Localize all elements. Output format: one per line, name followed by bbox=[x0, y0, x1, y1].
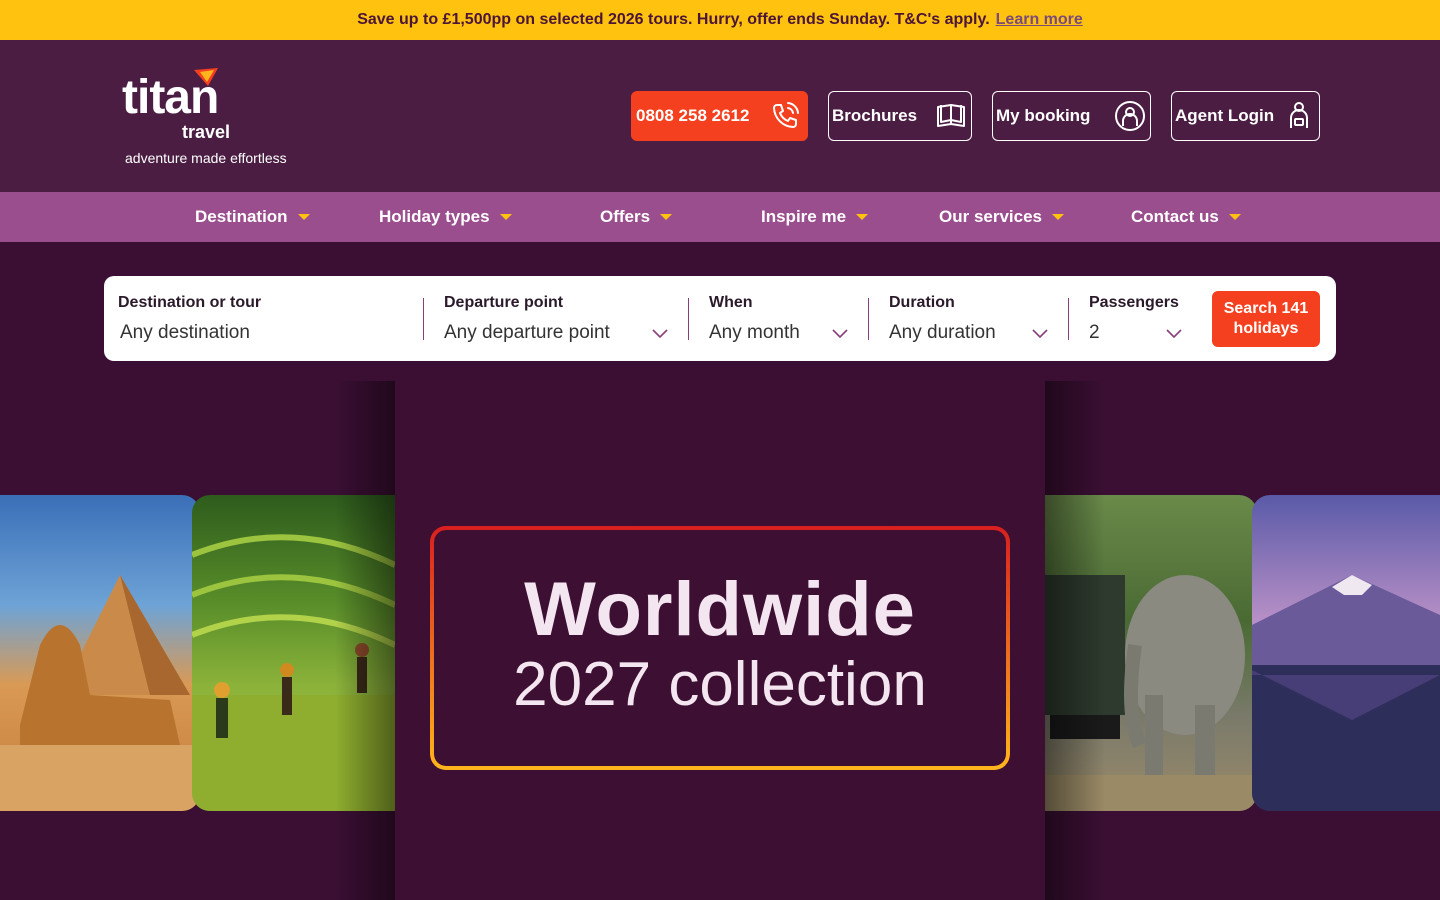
destination-input[interactable]: Any destination bbox=[120, 322, 250, 344]
passengers-label: Passengers bbox=[1089, 294, 1179, 311]
learn-more-link[interactable]: Learn more bbox=[996, 11, 1083, 29]
right-shadow bbox=[1045, 381, 1105, 900]
destination-field[interactable]: Destination or tour Any destination bbox=[118, 276, 418, 361]
phone-icon bbox=[773, 102, 799, 128]
chevron-down-icon bbox=[1166, 329, 1182, 339]
holiday-search-bar: Destination or tour Any destination Depa… bbox=[104, 276, 1336, 361]
promo-text: Save up to £1,500pp on selected 2026 tou… bbox=[357, 11, 990, 28]
agent-login-label: Agent Login bbox=[1175, 106, 1275, 125]
divider bbox=[423, 298, 424, 340]
titan-travel-logo[interactable]: titan travel adventure made effortless bbox=[122, 68, 312, 168]
hero-banner[interactable]: Worldwide 2027 collection bbox=[0, 381, 1440, 900]
when-select[interactable]: When Any month bbox=[709, 276, 859, 361]
phone-number: 0808 258 2612 bbox=[636, 106, 750, 125]
caret-down-icon bbox=[856, 214, 869, 220]
logo-tagline: adventure made effortless bbox=[125, 150, 287, 166]
chevron-down-icon bbox=[652, 329, 668, 339]
sphinx-illustration bbox=[0, 575, 200, 811]
caret-down-icon bbox=[1228, 214, 1241, 220]
mount-fuji-photo bbox=[1252, 495, 1440, 811]
caret-down-icon bbox=[297, 214, 310, 220]
caret-down-icon bbox=[660, 214, 673, 220]
brochures-button[interactable]: Brochures bbox=[828, 91, 972, 141]
duration-select[interactable]: Duration Any duration bbox=[889, 276, 1059, 361]
main-nav: Destination Holiday types Offers Inspire… bbox=[0, 192, 1440, 242]
nav-inspire-me[interactable]: Inspire me bbox=[761, 192, 869, 242]
logo-wordmark: titan bbox=[122, 71, 219, 124]
book-icon bbox=[937, 104, 965, 127]
nav-contact-us[interactable]: Contact us bbox=[1131, 192, 1241, 242]
departure-point-select[interactable]: Departure point Any departure point bbox=[444, 276, 674, 361]
user-circle-icon bbox=[1115, 101, 1145, 131]
caret-down-icon bbox=[1052, 214, 1065, 220]
divider bbox=[688, 298, 689, 340]
duration-label: Duration bbox=[889, 294, 955, 311]
my-booking-label: My booking bbox=[996, 106, 1091, 125]
departure-value: Any departure point bbox=[444, 322, 610, 343]
duration-value: Any duration bbox=[889, 322, 996, 343]
when-value: Any month bbox=[709, 322, 800, 343]
fuji-illustration bbox=[1252, 575, 1440, 811]
chevron-down-icon bbox=[1032, 329, 1048, 339]
promo-banner: Save up to £1,500pp on selected 2026 tou… bbox=[0, 0, 1440, 40]
collection-callout: Worldwide 2027 collection bbox=[430, 526, 1010, 770]
site-header: titan travel adventure made effortless 0… bbox=[0, 40, 1440, 192]
passengers-select[interactable]: Passengers 2 bbox=[1089, 276, 1199, 361]
chevron-down-icon bbox=[832, 329, 848, 339]
nav-holiday-types[interactable]: Holiday types bbox=[379, 192, 512, 242]
sphinx-photo bbox=[0, 495, 200, 811]
agent-icon bbox=[1290, 102, 1308, 128]
passengers-value: 2 bbox=[1089, 322, 1100, 343]
search-holidays-button[interactable]: Search 141 holidays bbox=[1212, 291, 1320, 347]
nav-our-services[interactable]: Our services bbox=[939, 192, 1065, 242]
hero-title: Worldwide bbox=[524, 567, 916, 652]
brochures-label: Brochures bbox=[832, 106, 918, 125]
divider bbox=[868, 298, 869, 340]
when-label: When bbox=[709, 294, 753, 311]
nav-destination[interactable]: Destination bbox=[195, 192, 310, 242]
nav-offers[interactable]: Offers bbox=[600, 192, 673, 242]
left-shadow bbox=[335, 381, 395, 900]
my-booking-button[interactable]: My booking bbox=[992, 91, 1151, 141]
divider bbox=[1068, 298, 1069, 340]
caret-down-icon bbox=[499, 214, 512, 220]
logo-subtitle: travel bbox=[182, 122, 231, 142]
agent-login-button[interactable]: Agent Login bbox=[1171, 91, 1320, 141]
departure-label: Departure point bbox=[444, 294, 564, 311]
hero-subtitle: 2027 collection bbox=[513, 650, 927, 719]
phone-button[interactable]: 0808 258 2612 bbox=[631, 91, 808, 141]
destination-label: Destination or tour bbox=[118, 294, 262, 311]
